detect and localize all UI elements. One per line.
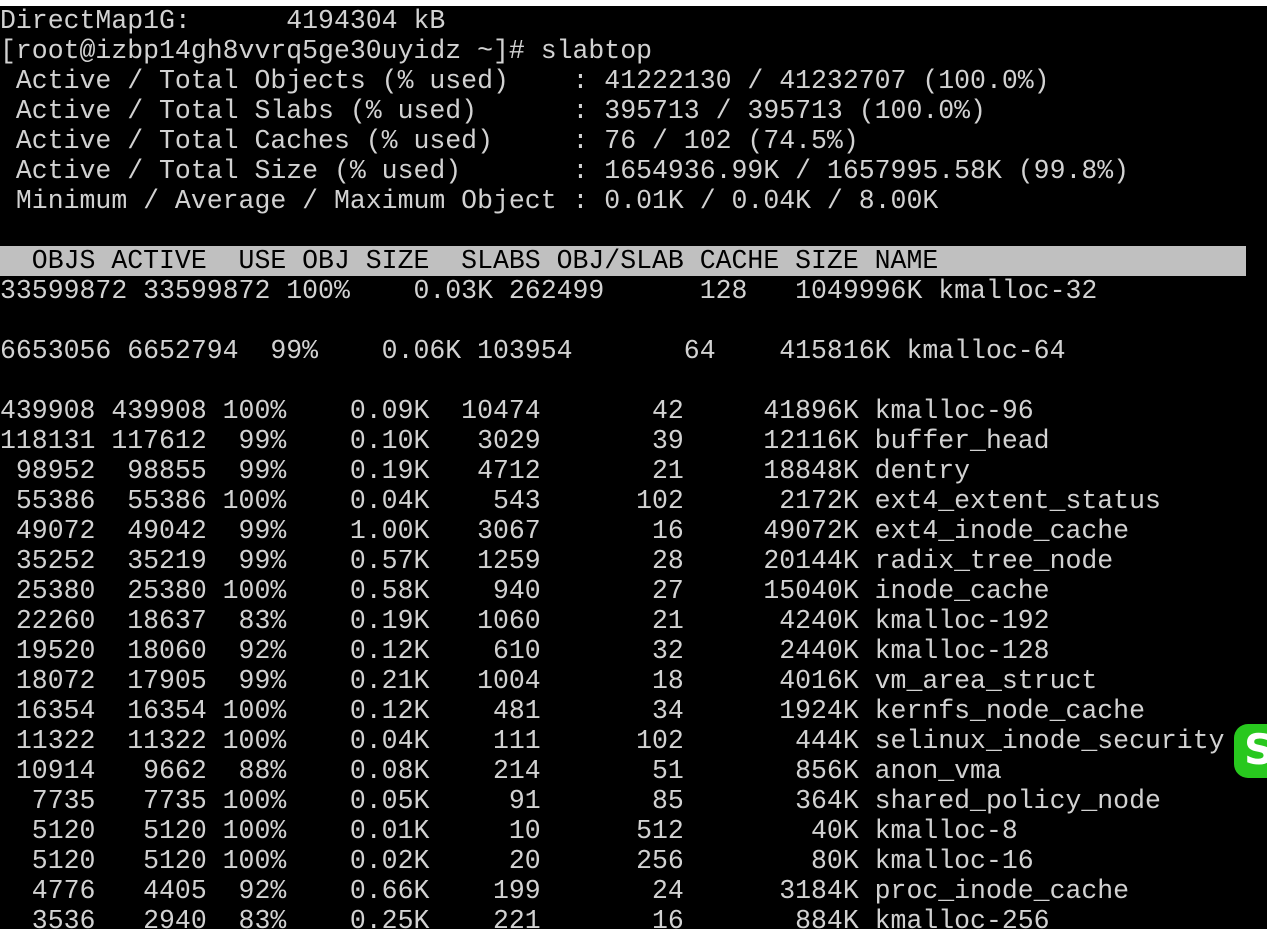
slab-table-row: 19520 18060 92% 0.12K 610 32 2440K kmall… <box>0 636 1050 666</box>
slab-table-row: 25380 25380 100% 0.58K 940 27 15040K ino… <box>0 576 1050 606</box>
slab-table-row: 35252 35219 99% 0.57K 1259 28 20144K rad… <box>0 546 1114 576</box>
summary-slabs-line: Active / Total Slabs (% used) : 395713 /… <box>0 96 986 126</box>
slab-table-row: 6653056 6652794 99% 0.06K 103954 64 4158… <box>0 336 1066 366</box>
meminfo-line: DirectMap1G: 4194304 kB <box>0 6 446 36</box>
slab-table-row: 118131 117612 99% 0.10K 3029 39 12116K b… <box>0 426 1050 456</box>
slab-table-row: 7735 7735 100% 0.05K 91 85 364K shared_p… <box>0 786 1161 816</box>
slab-table-row: 16354 16354 100% 0.12K 481 34 1924K kern… <box>0 696 1145 726</box>
green-app-badge-icon[interactable]: S <box>1234 724 1267 778</box>
summary-objects-line: Active / Total Objects (% used) : 412221… <box>0 66 1050 96</box>
slab-table-row: 11322 11322 100% 0.04K 111 102 444K seli… <box>0 726 1225 756</box>
slab-table-row: 55386 55386 100% 0.04K 543 102 2172K ext… <box>0 486 1161 516</box>
slab-table-row: 5120 5120 100% 0.01K 10 512 40K kmalloc-… <box>0 816 1018 846</box>
summary-caches-line: Active / Total Caches (% used) : 76 / 10… <box>0 126 859 156</box>
slab-table-row: 10914 9662 88% 0.08K 214 51 856K anon_vm… <box>0 756 1002 786</box>
slab-table-row: 22260 18637 83% 0.19K 1060 21 4240K kmal… <box>0 606 1050 636</box>
slab-table-row: 98952 98855 99% 0.19K 4712 21 18848K den… <box>0 456 971 486</box>
summary-size-line: Active / Total Size (% used) : 1654936.9… <box>0 156 1130 186</box>
shell-prompt-line: [root@izbp14gh8vvrq5ge30uyidz ~]# slabto… <box>0 36 653 66</box>
slab-table-header: OBJS ACTIVE USE OBJ SIZE SLABS OBJ/SLAB … <box>0 246 939 276</box>
slab-table-row: 49072 49042 99% 1.00K 3067 16 49072K ext… <box>0 516 1130 546</box>
terminal-window[interactable]: DirectMap1G: 4194304 kB [root@izbp14gh8v… <box>0 6 1267 929</box>
summary-object-size-line: Minimum / Average / Maximum Object : 0.0… <box>0 186 939 216</box>
slab-table-row: 33599872 33599872 100% 0.03K 262499 128 … <box>0 276 1098 306</box>
slab-table-row: 5120 5120 100% 0.02K 20 256 80K kmalloc-… <box>0 846 1034 876</box>
slab-table-row: 3536 2940 83% 0.25K 221 16 884K kmalloc-… <box>0 906 1050 929</box>
slab-table-row: 439908 439908 100% 0.09K 10474 42 41896K… <box>0 396 1034 426</box>
slab-table-row: 18072 17905 99% 0.21K 1004 18 4016K vm_a… <box>0 666 1098 696</box>
badge-glyph: S <box>1244 725 1267 774</box>
slab-table-row: 4776 4405 92% 0.66K 199 24 3184K proc_in… <box>0 876 1130 906</box>
